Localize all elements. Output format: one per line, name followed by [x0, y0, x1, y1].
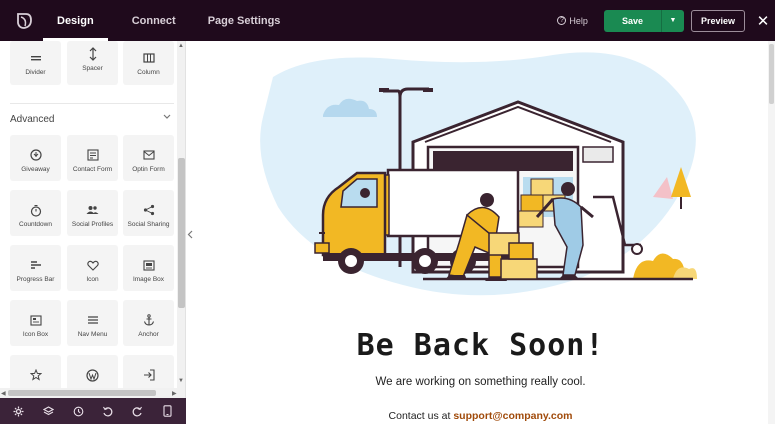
- login-icon: [142, 368, 156, 382]
- block-label: Optin Form: [132, 166, 165, 173]
- sidebar-vertical-scrollbar[interactable]: ▲ ▼: [177, 41, 185, 398]
- contact-line[interactable]: Contact us at support@company.com: [193, 410, 768, 422]
- divider-icon: [29, 51, 43, 65]
- block-nav-menu[interactable]: Nav Menu: [67, 300, 118, 346]
- block-progress-bar[interactable]: Progress Bar: [10, 245, 61, 291]
- scroll-left-icon[interactable]: ◀: [1, 390, 6, 397]
- heart-icon: [86, 258, 100, 272]
- sidebar-horizontal-scrollbar[interactable]: ◀ ▶: [0, 388, 185, 398]
- logo-icon[interactable]: [11, 8, 37, 34]
- page-headline[interactable]: Be Back Soon!: [193, 328, 768, 363]
- giveaway-icon: [29, 148, 43, 162]
- block-label: Progress Bar: [16, 276, 55, 283]
- image-box-icon: [142, 258, 156, 272]
- tab-design[interactable]: Design: [43, 0, 108, 41]
- block-label: Anchor: [138, 331, 159, 338]
- block-social-sharing[interactable]: Social Sharing: [123, 190, 174, 236]
- block-optin-form[interactable]: Optin Form: [123, 135, 174, 181]
- block-contact-form[interactable]: Contact Form: [67, 135, 118, 181]
- wordpress-icon: [86, 368, 100, 382]
- block-label: Social Profiles: [71, 221, 114, 228]
- save-button-group: Save ▼: [603, 9, 684, 32]
- canvas-vertical-scrollbar[interactable]: [768, 41, 775, 424]
- settings-icon[interactable]: [12, 404, 26, 418]
- block-column[interactable]: Column: [123, 41, 174, 85]
- chevron-down-icon[interactable]: [163, 113, 171, 122]
- block-giveaway[interactable]: Giveaway: [10, 135, 61, 181]
- scrollbar-thumb[interactable]: [178, 158, 185, 308]
- scrollbar-thumb[interactable]: [8, 390, 156, 396]
- people-icon: [86, 203, 100, 217]
- block-label: Icon Box: [22, 331, 49, 338]
- block-label: Social Sharing: [127, 221, 170, 228]
- block-label: Spacer: [82, 65, 103, 72]
- redo-icon[interactable]: [130, 404, 144, 418]
- block-label: Contact Form: [72, 166, 113, 173]
- contact-form-icon: [86, 148, 100, 162]
- page-subheadline[interactable]: We are working on something really cool.: [193, 376, 768, 388]
- block-label: Column: [137, 69, 160, 76]
- icon-box-icon: [29, 313, 43, 327]
- scrollbar-thumb[interactable]: [769, 44, 774, 104]
- block-icon-box[interactable]: Icon Box: [10, 300, 61, 346]
- block-image-box[interactable]: Image Box: [123, 245, 174, 291]
- mobile-preview-icon[interactable]: [160, 404, 174, 418]
- contact-email-link[interactable]: support@company.com: [453, 410, 572, 422]
- spacer-icon: [86, 47, 100, 61]
- help-link[interactable]: ? Help: [557, 16, 588, 26]
- block-divider[interactable]: Divider: [10, 41, 61, 85]
- scroll-up-icon[interactable]: ▲: [178, 43, 184, 49]
- help-icon: ?: [557, 16, 567, 25]
- help-label: Help: [569, 15, 588, 26]
- page-canvas[interactable]: Be Back Soon! We are working on somethin…: [193, 41, 768, 424]
- progress-bar-icon: [29, 258, 43, 272]
- menu-icon: [86, 313, 100, 327]
- tab-connect[interactable]: Connect: [132, 0, 176, 41]
- column-icon: [142, 51, 156, 65]
- section-title-advanced[interactable]: Advanced: [10, 114, 54, 125]
- block-spacer[interactable]: Spacer: [67, 41, 118, 85]
- share-icon: [142, 203, 156, 217]
- block-label: Icon: [86, 276, 99, 283]
- block-label: Nav Menu: [77, 331, 108, 338]
- layers-icon[interactable]: [41, 404, 55, 418]
- block-countdown[interactable]: Countdown: [10, 190, 61, 236]
- history-icon[interactable]: [71, 404, 85, 418]
- save-button[interactable]: Save: [603, 9, 662, 32]
- undo-icon[interactable]: [101, 404, 115, 418]
- mail-icon: [142, 148, 156, 162]
- block-anchor[interactable]: Anchor: [123, 300, 174, 346]
- save-options-caret-icon[interactable]: ▼: [661, 9, 684, 32]
- block-label: Image Box: [132, 276, 165, 283]
- scroll-down-icon[interactable]: ▼: [178, 378, 184, 384]
- divider: [10, 103, 174, 104]
- preview-button[interactable]: Preview: [690, 9, 745, 32]
- contact-prefix: Contact us at: [388, 410, 451, 422]
- close-icon[interactable]: ✕: [755, 13, 771, 30]
- scroll-right-icon[interactable]: ▶: [172, 390, 177, 397]
- tab-page-settings[interactable]: Page Settings: [208, 0, 281, 41]
- stopwatch-icon: [29, 203, 43, 217]
- anchor-icon: [142, 313, 156, 327]
- sidebar-bottom-toolbar: [0, 398, 186, 424]
- block-label: Countdown: [19, 221, 52, 228]
- block-label: Giveaway: [21, 166, 50, 173]
- hero-illustration: [260, 52, 697, 296]
- block-label: Divider: [25, 69, 46, 76]
- block-sidebar: Divider Spacer Column Advanced Giveaway …: [0, 41, 186, 398]
- star-icon: [29, 368, 43, 382]
- block-icon[interactable]: Icon: [67, 245, 118, 291]
- block-social-profiles[interactable]: Social Profiles: [67, 190, 118, 236]
- top-bar: Design Connect Page Settings ? Help Save…: [0, 0, 775, 41]
